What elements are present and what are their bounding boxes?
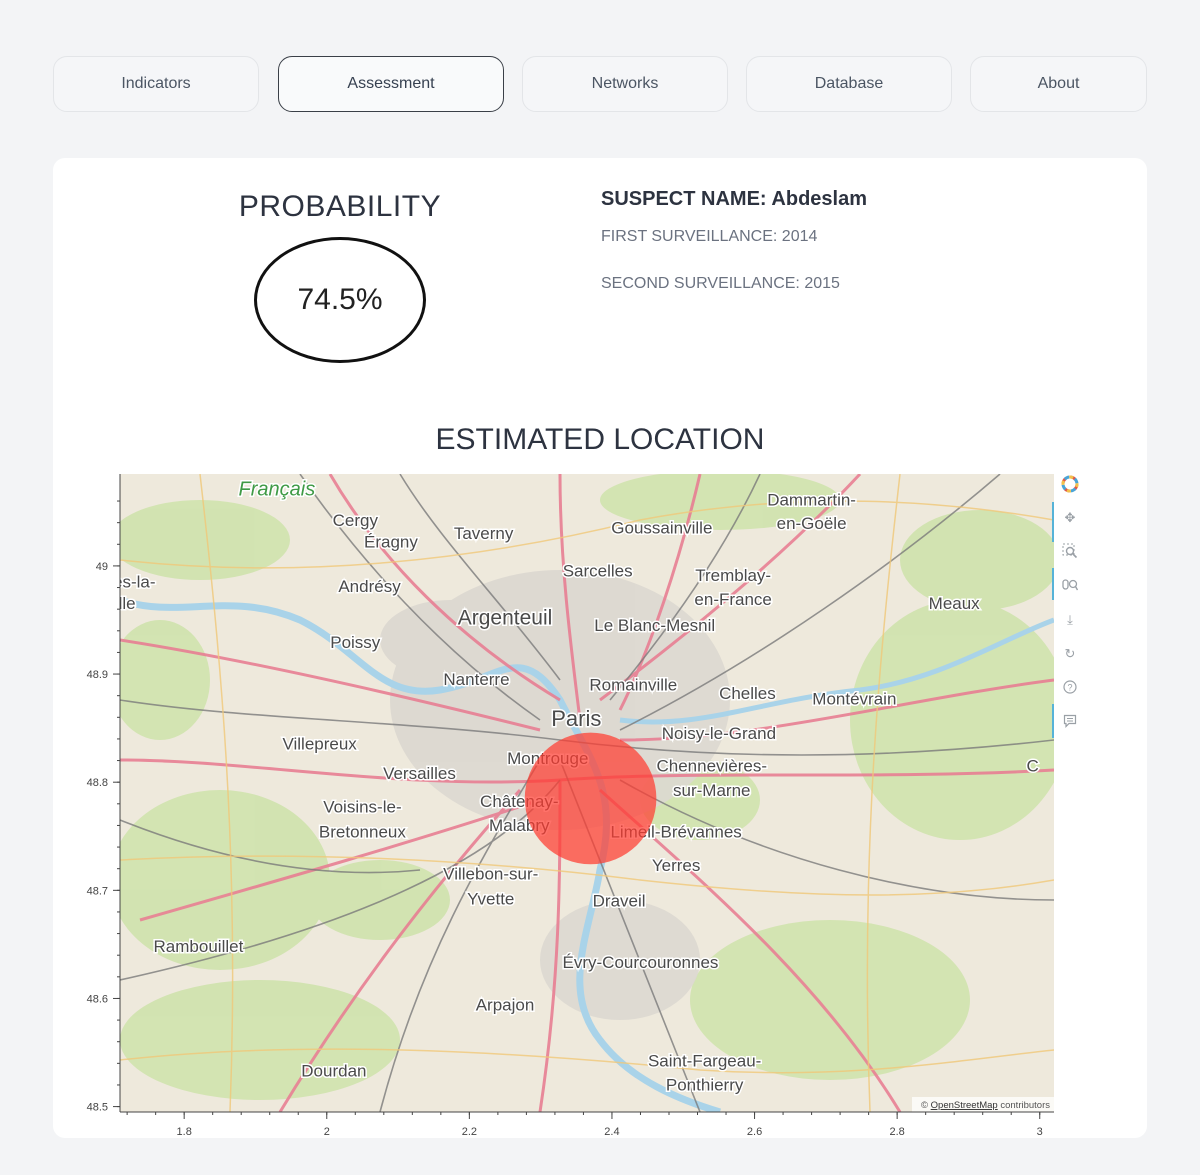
x-tick-label: 2.4 [604,1126,619,1138]
estimated-location-layer [524,732,657,865]
place-label: Argenteuil [458,606,553,629]
place-label: Dourdan [301,1061,366,1080]
place-label: Évry-Courcouronnes [563,953,719,972]
save-icon[interactable]: ⤓ [1058,608,1082,632]
place-label: Saint-Fargeau- [648,1052,761,1071]
reset-icon[interactable]: ↻ [1058,642,1082,666]
x-tick-label: 2.8 [889,1126,904,1138]
place-label: Poissy [330,633,381,652]
y-tick-label: 48.8 [87,777,108,789]
place-label: Tremblay- [695,566,771,585]
estimated-location-marker[interactable] [524,732,657,865]
wheel-zoom-icon[interactable] [1058,573,1082,597]
place-label: es-la- [113,573,156,592]
place-label: Goussainville [611,518,712,537]
help-icon[interactable]: ? [1058,675,1082,699]
x-tick-label: 2.6 [747,1126,762,1138]
place-label: Villebon-sur- [443,865,538,884]
place-label: Voisins-le- [323,797,401,816]
place-label: Cergy [333,511,379,530]
y-tick-label: 48.5 [87,1102,108,1114]
x-tick-label: 3 [1037,1126,1043,1138]
y-tick-label: 48.6 [87,993,108,1005]
y-tick-label: 48.7 [87,885,108,897]
place-label: Villepreux [282,735,357,754]
toolbar-active-indicator-2 [1052,568,1054,600]
place-label: Bretonneux [319,822,406,841]
place-label: Le Blanc-Mesnil [594,616,715,635]
y-tick-label: 48.9 [87,669,108,681]
svg-text:?: ? [1067,683,1072,693]
pan-icon[interactable]: ✥ [1058,506,1082,530]
place-label: Chennevières- [656,756,767,775]
place-label: Yerres [652,856,701,875]
y-tick-label: 49 [96,561,108,573]
place-label: Versailles [383,764,456,783]
place-label: lle [119,594,136,613]
place-label: C [1026,756,1038,775]
place-label: sur-Marne [673,781,750,800]
place-label: Andrésy [338,577,401,596]
x-tick-label: 2 [324,1126,330,1138]
place-label: Taverny [454,524,514,543]
plot-toolbar: ✥ ⤓ ↻ ? [1052,472,1082,742]
place-label: Paris [551,706,601,731]
location-map[interactable]: Français Cergy Éragny Taverny Goussainville D… [0,0,1200,1175]
attribution-prefix: © [921,1100,928,1111]
attribution-suffix: contributors [1000,1100,1050,1111]
place-label: Dammartin- [767,490,856,509]
place-label: Meaux [929,594,981,613]
place-label: Éragny [364,533,418,552]
bokeh-logo-icon[interactable] [1058,472,1082,496]
place-label: Sarcelles [563,562,633,581]
toolbar-active-indicator-3 [1052,704,1054,738]
attribution-text: © OpenStreetMap contributors [921,1100,1050,1111]
place-label: Noisy-le-Grand [662,724,776,743]
x-tick-label: 1.8 [177,1126,192,1138]
x-tick-label: 2.2 [462,1126,477,1138]
place-label: Français [239,479,316,501]
place-label: Romainville [589,675,677,694]
place-label: Chelles [719,684,776,703]
attribution-link[interactable]: OpenStreetMap [931,1100,998,1111]
place-label: Arpajon [476,995,535,1014]
box-zoom-icon[interactable] [1058,539,1082,563]
place-label: Draveil [593,892,646,911]
place-label: Yvette [467,889,514,908]
toolbar-active-indicator [1052,502,1054,542]
place-label: en-Goële [777,514,847,533]
hover-icon[interactable] [1058,709,1082,733]
place-label: Rambouillet [154,937,244,956]
place-label: en-France [694,590,771,609]
place-label: Montévrain [812,689,896,708]
place-label: Nanterre [443,670,509,689]
place-label: Ponthierry [666,1075,744,1094]
